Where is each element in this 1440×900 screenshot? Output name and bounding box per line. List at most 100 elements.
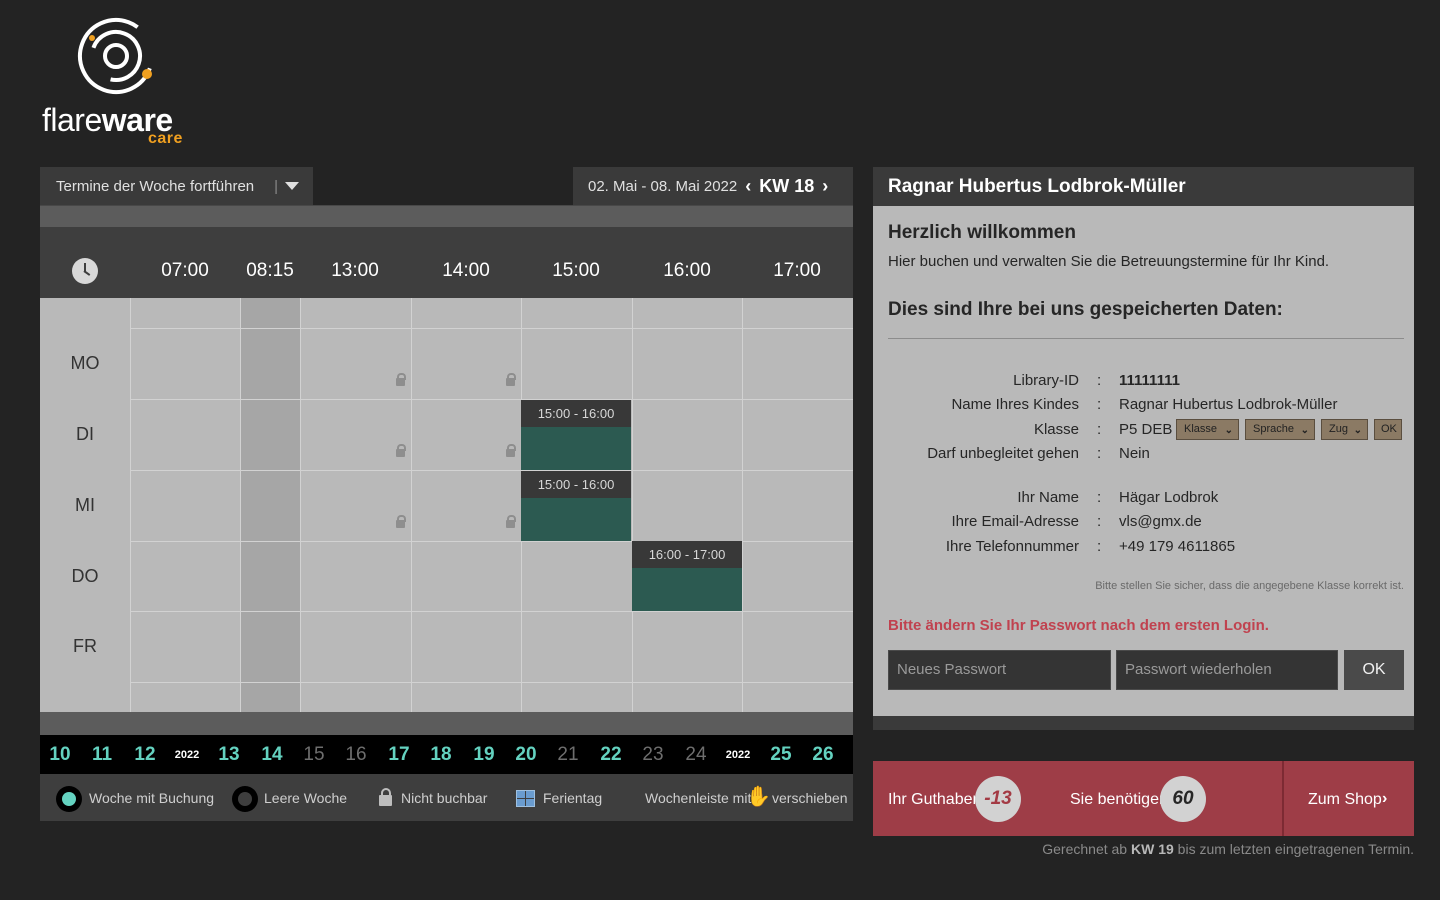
time-label: 08:15 bbox=[246, 260, 294, 281]
phone-value: +49 179 4611865 bbox=[1119, 538, 1236, 555]
week-action-select[interactable]: Termine der Woche fortführen | bbox=[40, 167, 313, 205]
time-label: 17:00 bbox=[773, 260, 821, 281]
week-number[interactable]: 24 bbox=[685, 744, 706, 766]
email-value: vls@gmx.de bbox=[1119, 513, 1202, 530]
track-select[interactable]: Zug ⌄ bbox=[1321, 419, 1368, 440]
class-ok-button[interactable]: OK bbox=[1374, 419, 1402, 440]
week-number[interactable]: 23 bbox=[642, 744, 663, 766]
week-number[interactable]: 16 bbox=[345, 744, 366, 766]
field-colon: : bbox=[1097, 513, 1102, 530]
need-label: Sie benötigen bbox=[1070, 791, 1168, 808]
welcome-text: Hier buchen und verwalten Sie die Betreu… bbox=[888, 253, 1330, 270]
lock-icon bbox=[506, 515, 516, 528]
field-label: Darf unbegleitet gehen bbox=[927, 445, 1079, 462]
data-title: Dies sind Ihre bei uns gespeicherten Dat… bbox=[888, 299, 1283, 320]
week-number[interactable]: 10 bbox=[49, 744, 70, 766]
calendar-bottom-strip bbox=[40, 712, 853, 735]
date-range: 02. Mai - 08. Mai 2022 bbox=[588, 177, 738, 195]
day-label-do: DO bbox=[71, 566, 99, 586]
day-label-di: DI bbox=[76, 424, 94, 444]
field-colon: : bbox=[1097, 445, 1102, 462]
week-number[interactable]: 15 bbox=[303, 744, 324, 766]
divider bbox=[888, 338, 1404, 339]
week-number[interactable]: 19 bbox=[473, 744, 494, 766]
week-number[interactable]: 11 bbox=[92, 744, 112, 766]
library-id-value: 11111111 bbox=[1119, 372, 1180, 389]
week-strip[interactable]: 10 11 12 2022 13 14 15 16 17 18 19 20 21 22 23 24 2022 25… bbox=[40, 735, 853, 774]
week-number[interactable]: 12 bbox=[134, 744, 155, 766]
calendar-week-label: KW 18 bbox=[759, 175, 815, 196]
week-number[interactable]: 13 bbox=[218, 744, 239, 766]
profile-header: Ragnar Hubertus Lodbrok-Müller bbox=[873, 167, 1414, 206]
week-number[interactable]: 18 bbox=[430, 744, 451, 766]
shop-link[interactable]: Zum Shop bbox=[1308, 791, 1382, 809]
field-label: Ihre Email-Adresse bbox=[951, 513, 1079, 530]
new-password-input[interactable]: Neues Passwort bbox=[888, 650, 1111, 690]
booked-week-dot-icon bbox=[56, 786, 82, 812]
legend-empty: Leere Woche bbox=[264, 790, 348, 806]
balance-value: -13 bbox=[975, 776, 1021, 822]
time-label: 13:00 bbox=[331, 260, 379, 281]
calendar-top-strip bbox=[40, 205, 853, 227]
day-label-mi: MI bbox=[75, 495, 95, 515]
booking-slot[interactable]: 15:00 - 16:00 bbox=[521, 471, 631, 541]
chevron-left-icon[interactable]: ‹ bbox=[745, 176, 751, 197]
balance-label: Ihr Guthaben bbox=[888, 791, 982, 808]
language-select[interactable]: Sprache ⌄ bbox=[1245, 419, 1315, 440]
week-number[interactable]: 21 bbox=[557, 744, 578, 766]
child-name-value: Ragnar Hubertus Lodbrok-Müller bbox=[1119, 396, 1338, 413]
class-select[interactable]: Klasse ⌄ bbox=[1176, 419, 1239, 440]
chevron-right-icon[interactable]: › bbox=[1382, 790, 1387, 808]
chevron-right-icon[interactable]: › bbox=[822, 176, 828, 197]
day-label-fr: FR bbox=[73, 636, 97, 656]
caret-down-icon bbox=[285, 182, 299, 190]
time-label: 07:00 bbox=[161, 260, 209, 281]
lock-icon bbox=[396, 515, 406, 528]
legend-drag-pre: Wochenleiste mit bbox=[645, 790, 752, 806]
empty-week-dot-icon bbox=[232, 786, 258, 812]
divider bbox=[1282, 761, 1284, 836]
week-number[interactable]: 22 bbox=[600, 744, 621, 766]
day-label-mo: MO bbox=[70, 353, 100, 373]
time-header: 07:00 08:15 13:00 14:00 15:00 16:00 17:0… bbox=[40, 227, 853, 298]
week-number[interactable]: 14 bbox=[261, 744, 282, 766]
credit-note: Gerechnet ab KW 19 bis zum letzten einge… bbox=[1042, 841, 1414, 857]
lock-icon bbox=[506, 444, 516, 457]
week-number[interactable]: 17 bbox=[388, 744, 409, 766]
lock-icon bbox=[379, 788, 392, 806]
field-colon: : bbox=[1097, 372, 1102, 389]
chevron-down-icon: ⌄ bbox=[1353, 425, 1362, 436]
hand-icon: ✋ bbox=[746, 786, 771, 808]
lock-icon bbox=[396, 444, 406, 457]
need-value: 60 bbox=[1160, 776, 1206, 822]
field-label: Klasse bbox=[1033, 421, 1079, 438]
week-number[interactable]: 25 bbox=[770, 744, 791, 766]
clock-icon bbox=[72, 258, 98, 284]
booking-slot[interactable]: 15:00 - 16:00 bbox=[521, 400, 631, 470]
flareware-logo: flareware care bbox=[42, 16, 202, 147]
password-ok-button[interactable]: OK bbox=[1344, 650, 1404, 690]
chevron-down-icon: ⌄ bbox=[1224, 425, 1233, 436]
unaccompanied-value: Nein bbox=[1119, 445, 1150, 462]
profile-panel: Herzlich willkommen Hier buchen und verw… bbox=[873, 206, 1414, 716]
week-navigator: 02. Mai - 08. Mai 2022 ‹ KW 18 › bbox=[573, 167, 853, 205]
booking-time: 15:00 - 16:00 bbox=[521, 400, 631, 427]
select-separator: | bbox=[274, 177, 279, 195]
week-number[interactable]: 26 bbox=[812, 744, 833, 766]
welcome-title: Herzlich willkommen bbox=[888, 222, 1076, 243]
booking-slot[interactable]: 16:00 - 17:00 bbox=[632, 541, 742, 611]
field-label: Ihr Name bbox=[1017, 489, 1079, 506]
time-label: 15:00 bbox=[552, 260, 600, 281]
field-colon: : bbox=[1097, 538, 1102, 555]
legend-locked: Nicht buchbar bbox=[401, 790, 488, 806]
profile-footer bbox=[873, 716, 1414, 730]
repeat-password-input[interactable]: Passwort wiederholen bbox=[1116, 650, 1338, 690]
legend: Woche mit Buchung Leere Woche Nicht buch… bbox=[40, 774, 853, 821]
week-action-label: Termine der Woche fortführen bbox=[56, 177, 255, 195]
time-label: 14:00 bbox=[442, 260, 490, 281]
booking-time: 15:00 - 16:00 bbox=[521, 471, 631, 498]
field-colon: : bbox=[1097, 489, 1102, 506]
class-value: P5 DEB bbox=[1119, 421, 1173, 438]
week-number[interactable]: 20 bbox=[515, 744, 536, 766]
password-warning: Bitte ändern Sie Ihr Passwort nach dem e… bbox=[888, 617, 1269, 634]
